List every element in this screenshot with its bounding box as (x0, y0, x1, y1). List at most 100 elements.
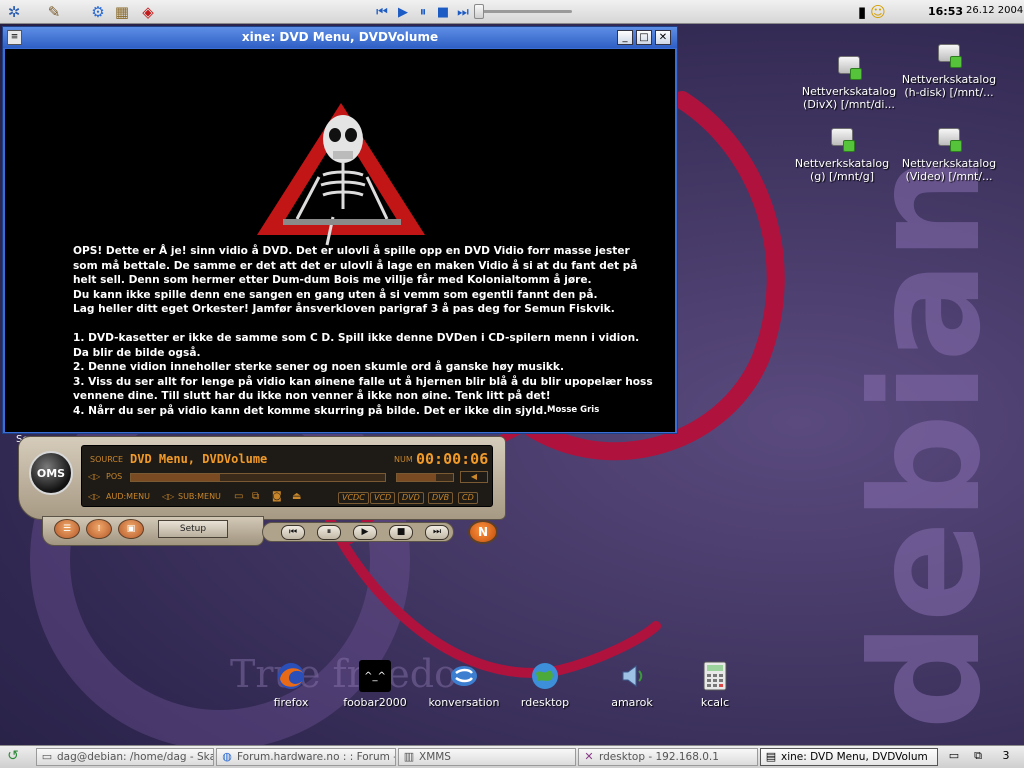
launcher-konversation[interactable]: konversation (419, 660, 509, 709)
maximize-icon[interactable]: □ (636, 30, 652, 45)
snapshot-icon[interactable]: ◙ (272, 491, 282, 502)
n-button[interactable]: N (468, 520, 498, 544)
launcher-label: kcalc (700, 696, 730, 709)
desktop-icon-label: Nettverkskatalog (h-disk) [/mnt/... (901, 73, 997, 99)
close-icon[interactable]: ✕ (655, 30, 671, 45)
desktop-icon-divx[interactable]: Nettverkskatalog (DivX) [/mnt/di... (794, 52, 904, 111)
konversation-icon (448, 660, 480, 692)
fullscreen-icon[interactable]: ▭ (234, 491, 243, 502)
taskbar: ↺ ▭ dag@debian: /home/dag - Skal ◍ Forum… (0, 745, 1024, 768)
window-titlebar[interactable]: ≡ xine: DVD Menu, DVDVolume _ □ ✕ (3, 27, 677, 48)
network-drive-icon (836, 52, 862, 82)
source-value: DVD Menu, DVDVolume (130, 452, 268, 466)
window-size-icon[interactable]: ⧉ (252, 491, 259, 502)
kde-menu-icon[interactable]: ✲ (4, 2, 24, 22)
launcher-label: firefox (273, 696, 309, 709)
play-icon[interactable]: ▶ (395, 4, 411, 20)
previous-chapter-icon[interactable]: ⏮ (281, 525, 305, 540)
dvd-warning-text: OPS! Dette er Å je! sinn vidio å DVD. De… (73, 245, 653, 417)
launcher-firefox[interactable]: firefox (246, 660, 336, 709)
network-drive-icon (936, 40, 962, 70)
foobar-icon: ^_^ (359, 660, 391, 692)
pos-arrows-icon[interactable]: ◁▷ (88, 472, 100, 481)
previous-icon[interactable]: ⏮ (374, 4, 390, 20)
audio-arrows-icon[interactable]: ◁▷ (88, 492, 100, 501)
xine-icon: ▤ (765, 750, 777, 763)
date[interactable]: 26.12 2004 (966, 5, 1023, 16)
task-rdesktop[interactable]: ✕ rdesktop - 192.168.0.1 (578, 748, 758, 766)
x-icon: ✕ (584, 750, 594, 763)
dvd-signature: Mosse Gris (547, 405, 600, 415)
cd-button[interactable]: CD (458, 492, 478, 504)
show-desktop-icon[interactable]: ▭ (944, 749, 964, 765)
seek-slider-track[interactable] (476, 10, 572, 13)
amarok-icon (616, 660, 648, 692)
xmms-icon: ▥ (403, 750, 415, 763)
volume-bar[interactable] (396, 473, 454, 482)
dvd-button[interactable]: DVD (398, 492, 424, 504)
stop-icon[interactable]: ■ (389, 525, 413, 540)
clock[interactable]: 16:53 (928, 5, 963, 18)
minimize-icon[interactable]: _ (617, 30, 633, 45)
eject-icon[interactable]: ⏏ (292, 491, 301, 502)
desktop-icon-label: Nettverkskatalog (Video) [/mnt/... (901, 157, 997, 183)
vcd-button[interactable]: VCD (370, 492, 396, 504)
top-panel: ✲ ✎ ⚙ ▦ ◈ ⏮ ▶ ⏸ ■ ⏭ ▮ ☺ 16:53 26.12 2004 (0, 0, 1024, 24)
volume-fill (397, 474, 437, 481)
launcher-foobar2000[interactable]: ^_^ foobar2000 (330, 660, 420, 709)
task-forum[interactable]: ◍ Forum.hardware.no : : Forum - (216, 748, 396, 766)
network-drive-icon (936, 124, 962, 154)
next-icon[interactable]: ⏭ (455, 4, 471, 20)
launcher-label: amarok (611, 696, 653, 709)
window-title: xine: DVD Menu, DVDVolume (241, 30, 439, 44)
next-chapter-icon[interactable]: ⏭ (425, 525, 449, 540)
subtitle-arrows-icon[interactable]: ◁▷ (162, 492, 174, 501)
desktop-icon-g[interactable]: Nettverkskatalog (g) [/mnt/g] (787, 124, 897, 183)
playlist-round-icon[interactable]: ⁞ (86, 519, 112, 539)
task-label: XMMS (419, 751, 451, 763)
xine-window[interactable]: ≡ xine: DVD Menu, DVDVolume _ □ ✕ OPS! D… (2, 26, 678, 434)
task-label: xine: DVD Menu, DVDVolum (781, 751, 928, 763)
launcher-amarok[interactable]: amarok (587, 660, 677, 709)
desktop-switch-icon[interactable]: ↺ (2, 748, 24, 766)
time-display: 00:00:06 (416, 450, 489, 468)
menu-round-icon[interactable]: ☰ (54, 519, 80, 539)
vcdc-button[interactable]: VCDC (338, 492, 369, 504)
dictionary-icon[interactable]: ◈ (138, 2, 158, 22)
pos-label: POS (106, 472, 123, 481)
debian-wallpaper-text: debian (840, 154, 1014, 730)
dvb-button[interactable]: DVB (428, 492, 454, 504)
network-icon[interactable]: ⚙ (88, 2, 108, 22)
launcher-kcalc[interactable]: kcalc (670, 660, 760, 709)
video-area[interactable]: OPS! Dette er Å je! sinn vidio å DVD. De… (5, 49, 675, 432)
task-xmms[interactable]: ▥ XMMS (398, 748, 576, 766)
pause-icon[interactable]: ⏸ (415, 4, 431, 20)
chat-smiley-icon[interactable]: ☺ (868, 2, 888, 22)
stop-icon[interactable]: ■ (435, 4, 451, 20)
desktop-icon-h-disk[interactable]: Nettverkskatalog (h-disk) [/mnt/... (894, 40, 1004, 99)
position-bar[interactable] (130, 473, 386, 482)
desktop-number[interactable]: 3 (996, 749, 1016, 765)
file-manager-icon[interactable]: ▦ (112, 2, 132, 22)
firefox-icon (275, 660, 307, 692)
speaker-icon[interactable]: ◀ (460, 471, 488, 483)
player-body[interactable]: OMS SOURCE DVD Menu, DVDVolume NUM 00:00… (18, 436, 506, 520)
launcher-label: konversation (428, 696, 500, 709)
subtitle-menu-label[interactable]: SUB:MENU (178, 492, 221, 501)
task-terminal[interactable]: ▭ dag@debian: /home/dag - Skal (36, 748, 214, 766)
settings-icon[interactable]: ✎ (44, 2, 64, 22)
warning-triangle-skull-image (257, 103, 425, 246)
seek-slider-handle[interactable] (474, 4, 484, 19)
oms-player[interactable]: OMS SOURCE DVD Menu, DVDVolume NUM 00:00… (18, 436, 506, 546)
open-folder-round-icon[interactable]: ▣ (118, 519, 144, 539)
terminal-icon: ▭ (41, 750, 53, 763)
audio-menu-label[interactable]: AUD:MENU (106, 492, 150, 501)
window-list-icon[interactable]: ⧉ (968, 749, 988, 765)
desktop-icon-video[interactable]: Nettverkskatalog (Video) [/mnt/... (894, 124, 1004, 183)
kcalc-icon (699, 660, 731, 692)
task-xine[interactable]: ▤ xine: DVD Menu, DVDVolum (760, 748, 938, 766)
launcher-rdesktop[interactable]: rdesktop (500, 660, 590, 709)
pause-icon[interactable]: ⏸ (317, 525, 341, 540)
play-icon[interactable]: ▶ (353, 525, 377, 540)
setup-button[interactable]: Setup (158, 520, 228, 538)
